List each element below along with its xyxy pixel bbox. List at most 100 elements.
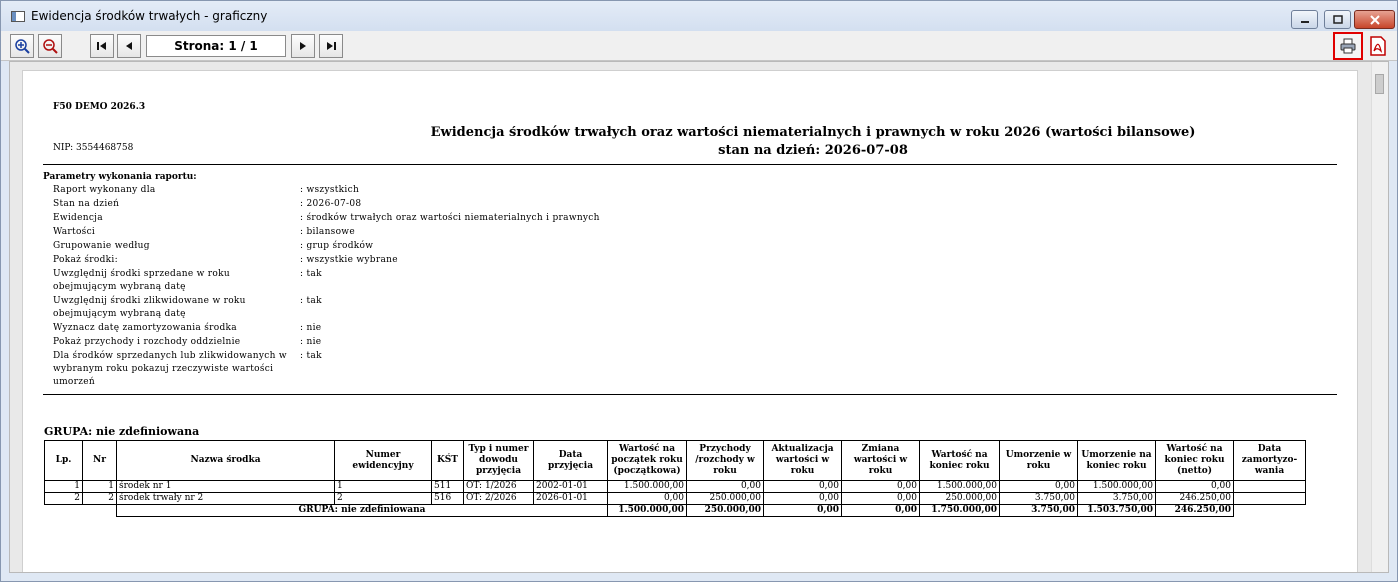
table-cell: 1.500.000,00 [607,480,687,493]
table-cell: 2 [82,492,117,505]
column-header: Lp. [44,440,83,481]
table-cell: 0,00 [1155,480,1234,493]
table-cell: 1 [82,480,117,493]
close-button[interactable] [1354,10,1395,29]
maximize-button[interactable] [1324,10,1351,29]
param-value: : tak [300,351,322,361]
table-cell: 1 [334,480,432,493]
table-header: Lp. Nr Nazwa środka Numer ewidencyjny KŚT Typ… [44,440,1306,481]
summary-value: 0,00 [763,504,842,517]
table-cell: 3.750,00 [999,492,1078,505]
summary-value: 1.500.000,00 [607,504,687,517]
column-header: Nr [82,440,117,481]
report-title-line2: stan na dzień: 2026-07-08 [718,143,908,158]
title-bar[interactable]: Ewidencja środków trwałych - graficzny [1,1,1397,31]
toolbar: Strona: 1 / 1 [1,31,1397,61]
column-header: Wartość na koniec roku (netto) [1155,440,1234,481]
table-cell: 246.250,00 [1155,492,1234,505]
column-header: Wartość na początek roku (początkowa) [607,440,687,481]
param-value: : środków trwałych oraz wartości niemate… [300,213,600,223]
column-header: Data zamortyzo-wania [1233,440,1306,481]
report-title: Ewidencja środków trwałych oraz wartości… [313,124,1313,160]
column-header: Data przyjęcia [533,440,608,481]
zoom-out-icon [43,39,58,54]
summary-value: 3.750,00 [999,504,1078,517]
app-icon [11,11,25,22]
divider [43,394,1337,395]
table-cell: środek trwały nr 2 [116,492,335,505]
next-page-icon [300,42,306,50]
table-cell: 0,00 [607,492,687,505]
table-cell: 0,00 [763,492,842,505]
column-header: Numer ewidencyjny [334,440,432,481]
param-value: : wszystkie wybrane [300,255,398,265]
export-pdf-button[interactable] [1367,35,1389,57]
table-cell: 0,00 [999,480,1078,493]
vertical-scrollbar[interactable] [1371,62,1388,572]
divider [43,164,1337,165]
param-label: Dla środków sprzedanych lub zlikwidowany… [53,351,287,387]
param-value: : nie [300,323,322,333]
table-cell: 0,00 [686,480,764,493]
param-label: Pokaż środki: [53,255,118,265]
last-page-icon [327,42,336,50]
param-label: Wartości [53,227,96,237]
column-header: Umorzenie w roku [999,440,1078,481]
table-cell: środek nr 1 [116,480,335,493]
minimize-button[interactable] [1291,10,1318,29]
summary-value: 246.250,00 [1155,504,1234,517]
param-label: Wyznacz datę zamortyzowania środka [53,323,237,333]
previous-page-button[interactable] [117,34,141,58]
table-cell: 0,00 [763,480,842,493]
table-cell: 2026-01-01 [533,492,608,505]
table-cell: 0,00 [841,492,920,505]
report-title-line1: Ewidencja środków trwałych oraz wartości… [430,125,1196,140]
table-body: 1 1 środek nr 1 1 511 OT: 1/2026 2002-01-01 1.5… [44,480,1306,517]
preview-area: F50 DEMO 2026.3 NIP: 3554468758 Ewidencj… [9,61,1389,573]
param-label: Uwzględnij środki zlikwidowane w roku ob… [53,296,246,319]
table-cell: 2 [334,492,432,505]
column-header: Zmiana wartości w roku [841,440,920,481]
page-indicator[interactable]: Strona: 1 / 1 [146,35,286,57]
print-button[interactable] [1333,32,1363,60]
nip-number: NIP: 3554468758 [53,143,134,153]
summary-spacer [1234,505,1306,517]
first-page-icon [97,42,106,50]
first-page-button[interactable] [90,34,114,58]
summary-label: GRUPA: nie zdefiniowana [116,504,608,517]
printer-icon [1340,38,1356,54]
table-cell: OT: 1/2026 [463,480,534,493]
zoom-in-button[interactable] [10,34,34,58]
scrollbar-thumb[interactable] [1375,74,1384,94]
close-icon [1369,14,1380,25]
group-title: GRUPA: nie zdefiniowana [44,425,200,438]
column-header: Aktualizacja wartości w roku [763,440,842,481]
next-page-button[interactable] [291,34,315,58]
previous-page-icon [126,42,132,50]
summary-spacer [45,505,117,517]
table-cell: 2 [44,492,83,505]
summary-value: 250.000,00 [686,504,764,517]
summary-value: 1.750.000,00 [919,504,1000,517]
table-cell [1233,492,1306,505]
assets-table: Lp. Nr Nazwa środka Numer ewidencyjny KŚT Typ… [44,440,1306,517]
zoom-in-icon [15,39,30,54]
param-value: : bilansowe [300,227,355,237]
report-window: Ewidencja środków trwałych - graficzny S… [0,0,1398,582]
table-cell: 250.000,00 [686,492,764,505]
param-value: : nie [300,337,322,347]
zoom-out-button[interactable] [38,34,62,58]
param-value: : 2026-07-08 [300,199,362,209]
param-label: Grupowanie według [53,241,150,251]
column-header: Umorzenie na koniec roku [1077,440,1156,481]
table-cell: 1.500.000,00 [919,480,1000,493]
param-label: Stan na dzień [53,199,120,209]
last-page-button[interactable] [319,34,343,58]
param-value: : tak [300,296,322,306]
table-row[interactable]: 2 2 środek trwały nr 2 2 516 OT: 2/2026 2026-0… [44,492,1306,505]
table-row[interactable]: 1 1 środek nr 1 1 511 OT: 1/2026 2002-01-01 1.5… [44,480,1306,493]
column-header: Przychody /rozchody w roku [686,440,764,481]
table-cell: 3.750,00 [1077,492,1156,505]
company-name: F50 DEMO 2026.3 [53,102,146,112]
column-header: Nazwa środka [116,440,335,481]
